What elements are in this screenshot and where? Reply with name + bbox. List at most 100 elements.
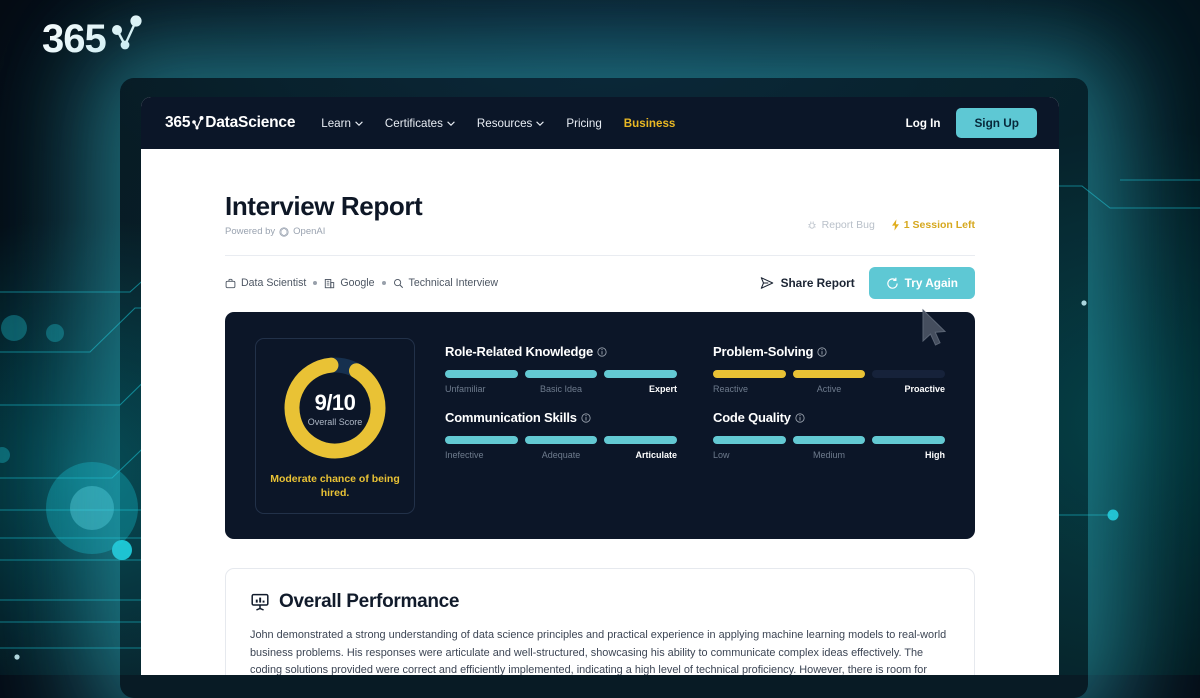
report-bug-label: Report Bug — [822, 219, 875, 231]
report-bug-button[interactable]: Report Bug — [807, 219, 875, 231]
breadcrumb-separator — [382, 281, 386, 285]
breadcrumb-item-company: Google — [324, 277, 374, 289]
skill-bar — [793, 436, 866, 444]
info-icon[interactable] — [581, 413, 591, 423]
powered-by: Powered by OpenAI — [225, 226, 422, 237]
breadcrumb-company-label: Google — [340, 277, 374, 289]
share-report-label: Share Report — [781, 276, 855, 290]
skill-bar — [872, 370, 945, 378]
report-actions: Share Report Try Again — [760, 267, 975, 299]
skill-code-quality: Code Quality — [713, 410, 945, 460]
info-icon[interactable] — [597, 347, 607, 357]
overall-performance-header: Overall Performance — [250, 591, 950, 613]
score-caption: Overall Score — [308, 417, 363, 427]
overall-score-panel: 9/10 Overall Score Moderate chance of be… — [255, 338, 415, 514]
share-report-button[interactable]: Share Report — [760, 276, 855, 290]
navbar-brand[interactable]: 365 DataScience — [165, 114, 295, 132]
page-title-block: Interview Report Powered by OpenAI — [225, 191, 422, 237]
signup-button[interactable]: Sign Up — [956, 108, 1037, 138]
nav-item-business[interactable]: Business — [624, 117, 676, 130]
sessions-left-label: 1 Session Left — [904, 219, 975, 231]
chevron-down-icon — [447, 121, 455, 126]
navbar-brand-datascience: DataScience — [205, 114, 295, 132]
score-card: 9/10 Overall Score Moderate chance of be… — [225, 312, 975, 539]
nav-item-certificates[interactable]: Certificates — [385, 117, 455, 130]
skill-role-related-knowledge: Role-Related Knowledge — [445, 344, 677, 394]
nav-item-pricing[interactable]: Pricing — [566, 117, 601, 130]
breadcrumb-type-label: Technical Interview — [409, 277, 499, 289]
skill-level-label-active: High — [868, 450, 945, 460]
refresh-icon — [886, 277, 899, 290]
skill-level-label: Unfamiliar — [445, 384, 522, 394]
skills-grid: Role-Related Knowledge — [415, 338, 945, 513]
briefcase-icon — [225, 278, 236, 289]
skill-bar — [525, 436, 598, 444]
skill-level-label-active: Proactive — [868, 384, 945, 394]
skill-header: Role-Related Knowledge — [445, 344, 677, 359]
skill-level-label: Medium — [790, 450, 867, 460]
breadcrumb-row: Data Scientist Google — [225, 256, 975, 298]
info-icon[interactable] — [817, 347, 827, 357]
skill-bar — [604, 370, 677, 378]
skill-bars — [445, 370, 677, 378]
nav-item-resources[interactable]: Resources — [477, 117, 544, 130]
skill-level-label-active: Expert — [600, 384, 677, 394]
skill-labels: Unfamiliar Basic Idea Expert — [445, 384, 677, 394]
try-again-label: Try Again — [905, 276, 958, 290]
skill-labels: Inefective Adequate Articulate — [445, 450, 677, 460]
skill-level-label: Adequate — [522, 450, 599, 460]
chevron-down-icon — [536, 121, 544, 126]
nav-item-certificates-label: Certificates — [385, 117, 443, 130]
info-icon[interactable] — [795, 413, 805, 423]
checkmark-node-logo-icon — [108, 12, 144, 60]
try-again-button[interactable]: Try Again — [869, 267, 975, 299]
score-value: 9/10 — [315, 390, 356, 416]
mouse-cursor — [920, 308, 950, 352]
sessions-left-badge: 1 Session Left — [891, 219, 975, 231]
checkmark-node-icon — [191, 116, 204, 131]
breadcrumb-separator — [313, 281, 317, 285]
skill-bar — [713, 436, 786, 444]
skill-level-label: Active — [790, 384, 867, 394]
breadcrumb: Data Scientist Google — [225, 277, 498, 289]
skill-level-label: Low — [713, 450, 790, 460]
nav-item-learn-label: Learn — [321, 117, 351, 130]
nav-item-resources-label: Resources — [477, 117, 532, 130]
navbar-auth-group: Log In Sign Up — [906, 108, 1037, 138]
skill-bar — [604, 436, 677, 444]
overall-performance-body: John demonstrated a strong understanding… — [250, 627, 950, 675]
lightning-bolt-icon — [891, 219, 900, 231]
skill-bar — [713, 370, 786, 378]
navbar-brand-365: 365 — [165, 114, 190, 132]
skill-header: Problem-Solving — [713, 344, 945, 359]
breadcrumb-item-role: Data Scientist — [225, 277, 306, 289]
skill-labels: Low Medium High — [713, 450, 945, 460]
skill-title: Problem-Solving — [713, 344, 813, 359]
skill-bar — [872, 436, 945, 444]
skill-header: Communication Skills — [445, 410, 677, 425]
skill-level-label: Inefective — [445, 450, 522, 460]
skill-labels: Reactive Active Proactive — [713, 384, 945, 394]
skill-bar — [445, 370, 518, 378]
breadcrumb-role-label: Data Scientist — [241, 277, 306, 289]
skill-level-label-active: Articulate — [600, 450, 677, 460]
site-navbar: 365 DataScience Learn Certificates Resou… — [141, 97, 1059, 149]
breadcrumb-item-type: Technical Interview — [393, 277, 499, 289]
skill-title: Code Quality — [713, 410, 791, 425]
nav-item-learn[interactable]: Learn — [321, 117, 363, 130]
skill-problem-solving: Problem-Solving — [713, 344, 945, 394]
overall-performance-title: Overall Performance — [279, 591, 459, 613]
magnifier-icon — [393, 278, 404, 289]
login-link[interactable]: Log In — [906, 117, 941, 130]
building-icon — [324, 278, 335, 289]
brand-logo[interactable]: 365 — [42, 18, 144, 60]
skill-level-label: Basic Idea — [522, 384, 599, 394]
presentation-chart-icon — [250, 592, 270, 612]
score-center: 9/10 Overall Score — [279, 352, 391, 464]
skill-title: Role-Related Knowledge — [445, 344, 593, 359]
skill-bars — [713, 370, 945, 378]
powered-by-label: Powered by — [225, 226, 275, 237]
send-icon — [760, 276, 774, 290]
openai-icon — [279, 227, 289, 237]
page-header: Interview Report Powered by OpenAI — [225, 149, 975, 237]
